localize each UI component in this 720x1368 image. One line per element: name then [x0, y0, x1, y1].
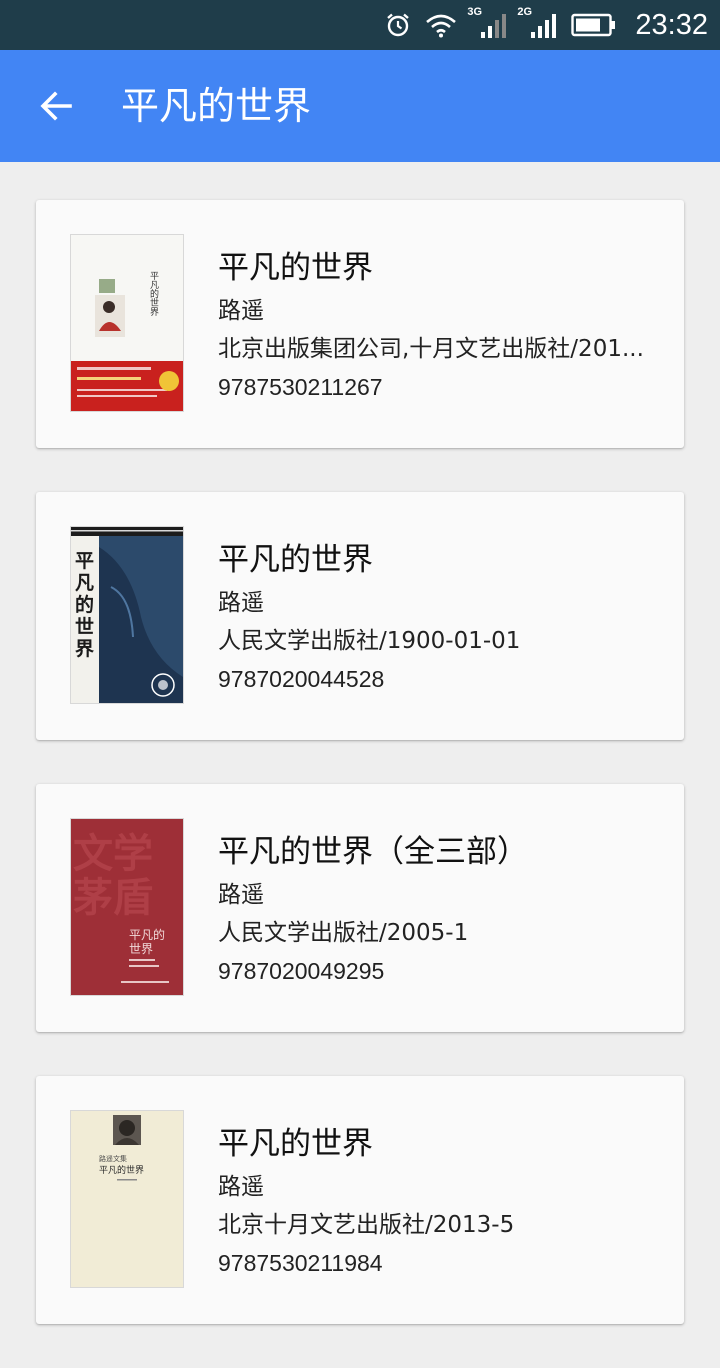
book-title: 平凡的世界: [218, 1126, 373, 1162]
book-publisher: 人民文学出版社/1900-01-01: [218, 628, 521, 654]
network-label-2g: 2G: [517, 6, 533, 18]
status-icons: 3G 2G 23:32: [385, 0, 708, 50]
svg-text:世: 世: [75, 616, 94, 638]
svg-text:界: 界: [75, 638, 94, 660]
book-card[interactable]: 文学 茅盾 平凡的 世界 平凡的世界（全三部） 路遥 人民文学出版社/2005-…: [36, 784, 684, 1032]
book-cover-image: 平凡的世界: [70, 234, 184, 412]
book-cover-image: 平 凡 的 世 界: [70, 526, 184, 704]
back-button[interactable]: [26, 76, 86, 136]
book-publisher: 北京十月文艺出版社/2013-5: [218, 1212, 515, 1238]
book-author: 路遥: [218, 1174, 264, 1200]
svg-text:平凡的世界: 平凡的世界: [99, 1164, 144, 1176]
svg-text:平凡的世界: 平凡的世界: [148, 271, 159, 317]
svg-text:平: 平: [75, 550, 94, 572]
svg-text:茅盾: 茅盾: [73, 874, 153, 921]
book-info: 平凡的世界（全三部） 路遥 人民文学出版社/2005-1 97870200492…: [218, 828, 658, 990]
book-isbn: 9787530211267: [218, 374, 383, 400]
book-title: 平凡的世界: [218, 542, 373, 578]
wifi-icon: [425, 12, 457, 38]
svg-text:的: 的: [75, 593, 94, 616]
book-title: 平凡的世界（全三部）: [218, 834, 528, 870]
status-time: 23:32: [635, 8, 708, 41]
battery-icon: [571, 13, 617, 37]
book-info: 平凡的世界 路遥 人民文学出版社/1900-01-01 978702004452…: [218, 536, 658, 698]
book-publisher: 北京出版集团公司,十月文艺出版社/201...: [218, 336, 644, 362]
book-cover-image: 文学 茅盾 平凡的 世界: [70, 818, 184, 996]
book-card[interactable]: 路遥文集 平凡的世界 平凡的世界 路遥 北京十月文艺出版社/2013-5 978…: [36, 1076, 684, 1324]
alarm-icon: [385, 12, 411, 38]
book-isbn: 9787020044528: [218, 666, 385, 692]
book-card[interactable]: 平凡的世界 平凡的世界 路遥 北京出版集团公司,十月文艺出版社/201... 9…: [36, 200, 684, 448]
svg-text:凡: 凡: [75, 572, 94, 594]
book-title: 平凡的世界: [218, 250, 373, 286]
status-bar: 3G 2G 23:32: [0, 0, 720, 50]
network-label-3g: 3G: [467, 6, 483, 18]
book-author: 路遥: [218, 590, 264, 616]
signal-2g-icon: 2G: [517, 6, 557, 40]
book-author: 路遥: [218, 882, 264, 908]
book-info: 平凡的世界 路遥 北京出版集团公司,十月文艺出版社/201... 9787530…: [218, 244, 658, 406]
page-title: 平凡的世界: [121, 84, 312, 128]
book-isbn: 9787020049295: [218, 958, 385, 984]
svg-text:平凡的: 平凡的: [129, 927, 165, 942]
book-info: 平凡的世界 路遥 北京十月文艺出版社/2013-5 9787530211984: [218, 1120, 658, 1282]
svg-text:路遥文集: 路遥文集: [99, 1154, 127, 1163]
book-card[interactable]: 平 凡 的 世 界 平凡的世界 路遥 人民文学出版社/1900-01-01 97…: [36, 492, 684, 740]
signal-3g-icon: 3G: [467, 6, 507, 40]
svg-text:文学: 文学: [73, 830, 153, 877]
arrow-back-icon: [40, 91, 72, 121]
book-author: 路遥: [218, 298, 264, 324]
svg-text:世界: 世界: [129, 942, 153, 956]
book-publisher: 人民文学出版社/2005-1: [218, 920, 469, 946]
book-list: 平凡的世界 平凡的世界 路遥 北京出版集团公司,十月文艺出版社/201... 9…: [36, 200, 684, 1368]
app-bar: 平凡的世界: [0, 50, 720, 162]
book-cover-image: 路遥文集 平凡的世界: [70, 1110, 184, 1288]
book-isbn: 9787530211984: [218, 1250, 383, 1276]
